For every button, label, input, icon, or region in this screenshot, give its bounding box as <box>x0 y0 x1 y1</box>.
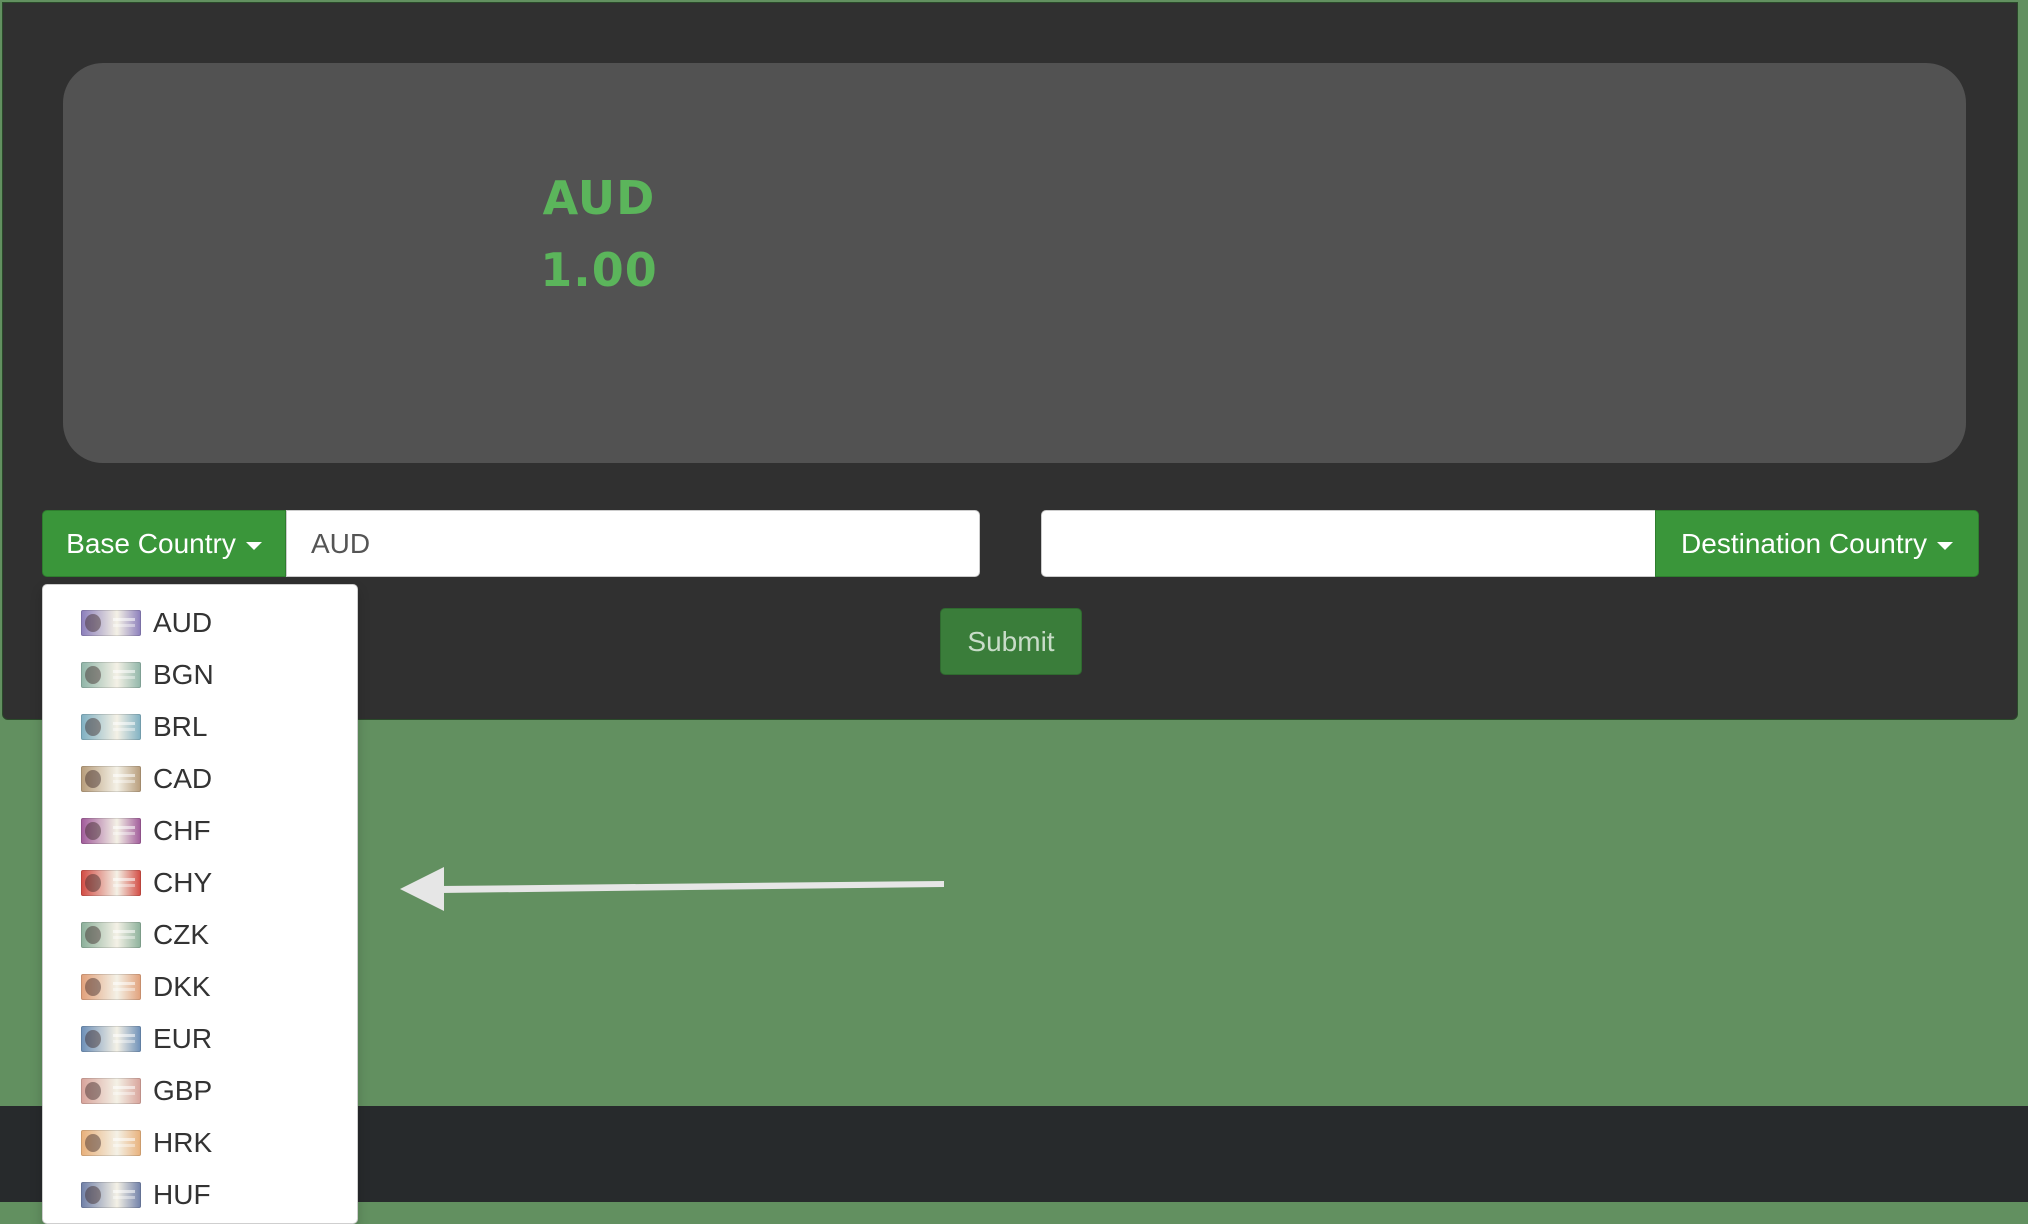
dropdown-item-czk[interactable]: CZK <box>43 909 357 961</box>
base-country-button[interactable]: Base Country <box>42 510 286 577</box>
result-card: AUD 1.00 <box>63 63 1966 463</box>
dropdown-item-label: HUF <box>153 1179 211 1210</box>
arrow-left-icon <box>400 867 944 911</box>
dropdown-item-aud[interactable]: AUD <box>43 597 357 649</box>
destination-country-label: Destination Country <box>1681 527 1927 559</box>
dropdown-item-label: AUD <box>153 607 213 638</box>
dropdown-item-label: BRL <box>153 711 208 742</box>
banknote-icon <box>81 818 141 844</box>
dropdown-item-chf[interactable]: CHF <box>43 805 357 857</box>
arrow-head <box>400 867 444 911</box>
submit-button[interactable]: Submit <box>940 608 1082 675</box>
banknote-icon <box>81 1130 141 1156</box>
banknote-icon <box>81 922 141 948</box>
dropdown-item-brl[interactable]: BRL <box>43 701 357 753</box>
caret-down-icon <box>245 541 262 550</box>
banknote-icon <box>81 714 141 740</box>
banknote-icon <box>81 1078 141 1104</box>
dropdown-item-label: HRK <box>153 1127 213 1158</box>
caret-down-icon <box>1936 541 1953 550</box>
dropdown-item-cad[interactable]: CAD <box>43 753 357 805</box>
dropdown-item-label: GBP <box>153 1075 213 1106</box>
banknote-icon <box>81 1026 141 1052</box>
dropdown-item-label: DKK <box>153 971 211 1002</box>
dropdown-item-chy[interactable]: CHY <box>43 857 357 909</box>
arrow-shaft <box>440 881 944 893</box>
dropdown-item-gbp[interactable]: GBP <box>43 1065 357 1117</box>
dropdown-item-eur[interactable]: EUR <box>43 1013 357 1065</box>
base-country-dropdown-menu: AUD BGN BRL CAD CHF CHY CZK DKK EUR GBP HRK HUF <box>42 584 358 1224</box>
banknote-icon <box>81 610 141 636</box>
dropdown-item-bgn[interactable]: BGN <box>43 649 357 701</box>
dropdown-list: AUD BGN BRL CAD CHF CHY CZK DKK EUR GBP HRK HUF <box>43 597 357 1221</box>
banknote-icon <box>81 662 141 688</box>
result-amount: 1.00 <box>540 243 658 297</box>
dropdown-item-label: EUR <box>153 1023 213 1054</box>
base-currency-input[interactable]: AUD <box>286 510 980 577</box>
banknote-icon <box>81 870 141 896</box>
dropdown-item-huf[interactable]: HUF <box>43 1169 357 1221</box>
dropdown-item-label: CZK <box>153 919 209 950</box>
dropdown-item-label: CHY <box>153 867 213 898</box>
banknote-icon <box>81 766 141 792</box>
dropdown-item-label: BGN <box>153 659 214 690</box>
destination-country-button[interactable]: Destination Country <box>1655 510 1979 577</box>
base-country-label: Base Country <box>66 527 236 559</box>
dropdown-item-label: CHF <box>153 815 211 846</box>
destination-currency-input[interactable] <box>1041 510 1656 577</box>
dropdown-item-hrk[interactable]: HRK <box>43 1117 357 1169</box>
result-currency: AUD <box>542 171 656 225</box>
banknote-icon <box>81 1182 141 1208</box>
dropdown-item-label: CAD <box>153 763 213 794</box>
banknote-icon <box>81 974 141 1000</box>
dropdown-item-dkk[interactable]: DKK <box>43 961 357 1013</box>
